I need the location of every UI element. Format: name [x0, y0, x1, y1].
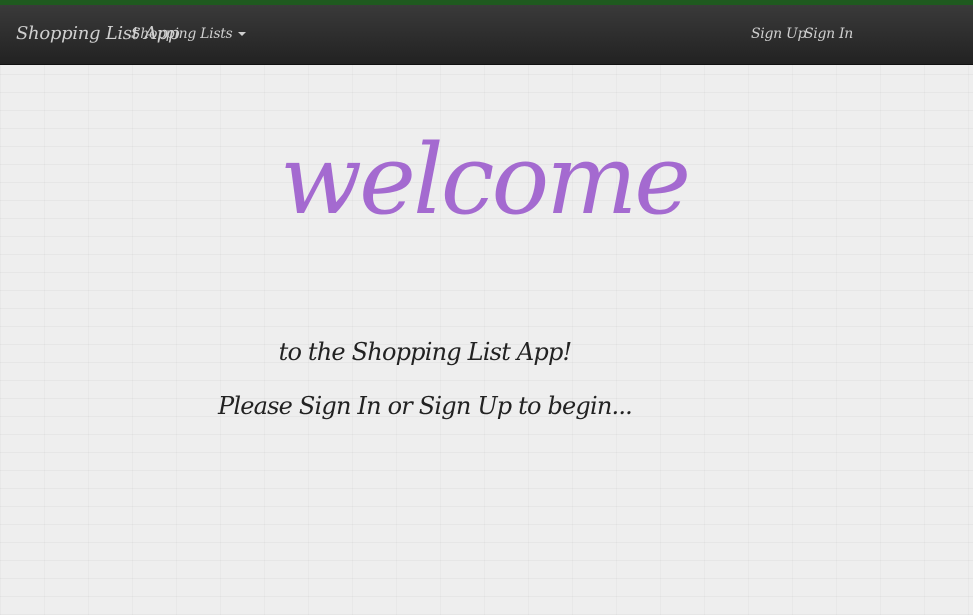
sign-in-link[interactable]: Sign In — [804, 26, 853, 42]
welcome-subtitle: to the Shopping List App! — [278, 338, 573, 366]
shopping-lists-dropdown[interactable]: Shopping Lists — [131, 26, 247, 42]
dropdown-label: Shopping Lists — [131, 26, 233, 42]
navbar: Shopping List App Shopping Lists Sign Up… — [0, 5, 973, 65]
sign-in-prompt: Please Sign In or Sign Up to begin... — [217, 392, 633, 420]
sign-up-link[interactable]: Sign Up — [751, 26, 806, 42]
welcome-heading: welcome — [280, 124, 691, 236]
caret-down-icon — [238, 32, 247, 36]
